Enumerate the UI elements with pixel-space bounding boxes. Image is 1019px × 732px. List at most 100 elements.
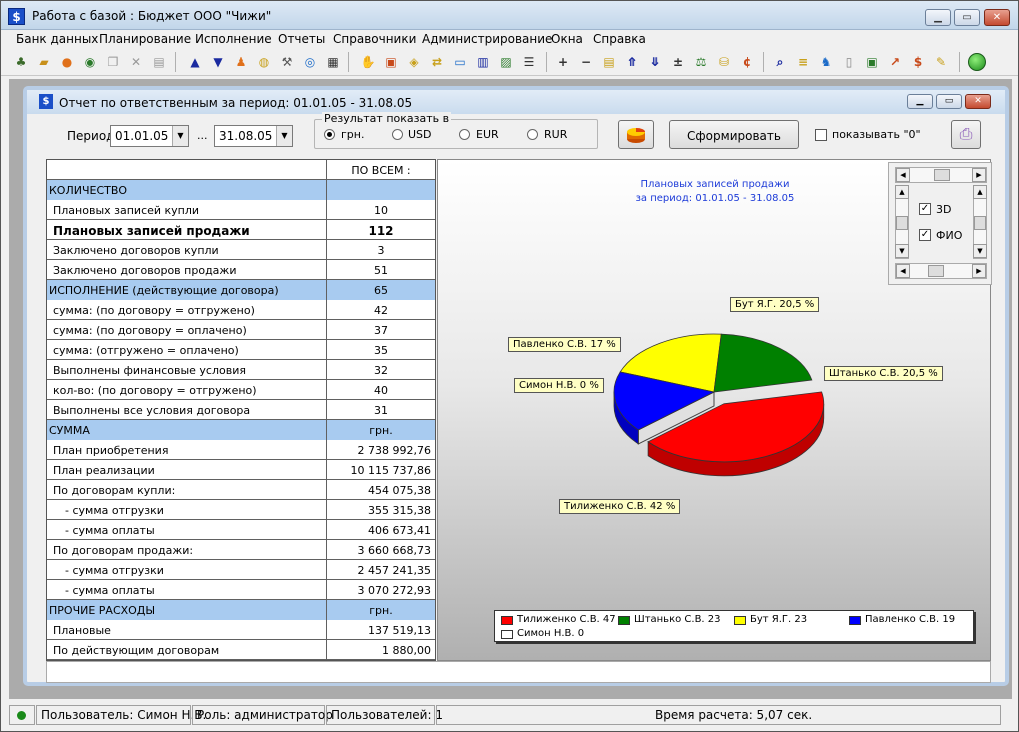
table-row[interactable]: ИСПОЛНЕНИЕ (действующие договора) 65	[47, 280, 435, 300]
binoculars-icon[interactable]: ⌕	[771, 53, 789, 71]
table-row[interactable]: КОЛИЧЕСТВО	[47, 180, 435, 200]
rotation-thumb[interactable]	[934, 169, 950, 181]
table-row[interactable]: Выполнены все условия договора 31	[47, 400, 435, 420]
show-zero-checkbox[interactable]	[815, 129, 827, 141]
open-folder-icon[interactable]: ▰	[35, 53, 53, 71]
table-row[interactable]: Заключено договоров купли 3	[47, 240, 435, 260]
title-bar[interactable]: $ Работа с базой : Бюджет ООО "Чижи" ▁ ▭…	[1, 1, 1018, 30]
table-row[interactable]: План реализации 10 115 737,86	[47, 460, 435, 480]
menu-references[interactable]: Справочники	[333, 32, 416, 46]
table-row[interactable]: Выполнены финансовые условия 32	[47, 360, 435, 380]
minimize-button[interactable]: ▁	[925, 9, 951, 26]
elevation-thumb[interactable]	[896, 216, 908, 230]
date-to-combo[interactable]: 31.08.05 ▼	[214, 125, 293, 147]
globe-icon[interactable]: ◉	[81, 53, 99, 71]
split-icon[interactable]: ⤋	[646, 53, 664, 71]
form-report-button[interactable]: Сформировать	[669, 120, 799, 149]
chart-icon[interactable]: ▨	[497, 53, 515, 71]
option-3d-checkbox[interactable]: ✓	[919, 203, 931, 215]
folder-icon[interactable]: ▭	[451, 53, 469, 71]
option-fio-checkbox[interactable]: ✓	[919, 229, 931, 241]
copy-icon[interactable]: ❐	[104, 53, 122, 71]
table-row[interactable]: СУММА грн.	[47, 420, 435, 440]
delete-icon[interactable]: ✕	[127, 53, 145, 71]
document-icon[interactable]: ▯	[840, 53, 858, 71]
table-row[interactable]: По действующим договорам 1 880,00	[47, 640, 435, 660]
table-row[interactable]: кол-во: (по договору = отгружено) 40	[47, 380, 435, 400]
dm-icon[interactable]: $	[909, 53, 927, 71]
scales-icon[interactable]: ⚖	[692, 53, 710, 71]
plus-icon[interactable]: +	[554, 53, 572, 71]
scroll-down-icon[interactable]: ▼	[895, 244, 909, 258]
menu-reports[interactable]: Отчеты	[278, 32, 325, 46]
maximize-button[interactable]: ▭	[954, 9, 980, 26]
menu-execution[interactable]: Исполнение	[195, 32, 272, 46]
person-icon[interactable]: ♟	[232, 53, 250, 71]
report-close-button[interactable]: ✕	[965, 94, 991, 109]
list-icon[interactable]: ☰	[520, 53, 538, 71]
report-maximize-button[interactable]: ▭	[936, 94, 962, 109]
note-icon[interactable]: ▤	[600, 53, 618, 71]
close-button[interactable]: ✕	[984, 9, 1010, 26]
table-row[interactable]: - сумма отгрузки 2 457 241,35	[47, 560, 435, 580]
menu-administration[interactable]: Администрирование	[422, 32, 552, 46]
table-row[interactable]: Заключено договоров продажи 51	[47, 260, 435, 280]
radio-rur[interactable]	[527, 129, 538, 140]
table-row[interactable]: Плановые 137 519,13	[47, 620, 435, 640]
graph-icon[interactable]: ↗	[886, 53, 904, 71]
table-row[interactable]: сумма: (по договору = отгружено) 42	[47, 300, 435, 320]
report-minimize-button[interactable]: ▁	[907, 94, 933, 109]
report-title-bar[interactable]: $ Отчет по ответственным за период: 01.0…	[27, 90, 1005, 114]
scroll-right-icon[interactable]: ▶	[972, 264, 986, 278]
edit-icon[interactable]: ✎	[932, 53, 950, 71]
depth-scrollbar[interactable]: ◀ ▶	[895, 263, 987, 279]
chevron-down-icon[interactable]: ▼	[276, 126, 292, 146]
tools-icon[interactable]: ⚒	[278, 53, 296, 71]
chart-type-button[interactable]	[618, 120, 654, 149]
calculator-icon[interactable]: ▦	[324, 53, 342, 71]
chart-settings-button[interactable]: ⎙	[951, 120, 981, 149]
table-row[interactable]: - сумма оплаты 406 673,41	[47, 520, 435, 540]
cashflow-icon[interactable]: ¢	[738, 53, 756, 71]
elevation-scrollbar[interactable]: ▲ ▼	[895, 185, 909, 259]
table-row[interactable]: - сумма отгрузки 355 315,38	[47, 500, 435, 520]
scroll-right-icon[interactable]: ▶	[972, 168, 986, 182]
zoom-scrollbar[interactable]: ▲ ▼	[973, 185, 987, 259]
menu-windows[interactable]: Окна	[551, 32, 583, 46]
table-row[interactable]: План приобретения 2 738 992,76	[47, 440, 435, 460]
date-from-combo[interactable]: 01.01.05 ▼	[110, 125, 189, 147]
scroll-up-icon[interactable]: ▲	[973, 185, 987, 199]
print-icon[interactable]: ▤	[150, 53, 168, 71]
menu-planning[interactable]: Планирование	[99, 32, 191, 46]
report-icon[interactable]: ▣	[382, 53, 400, 71]
safe-icon[interactable]: ▣	[863, 53, 881, 71]
database-icon[interactable]: ◎	[301, 53, 319, 71]
percent-icon[interactable]: ±	[669, 53, 687, 71]
status-light-icon[interactable]	[968, 53, 986, 71]
scroll-down-icon[interactable]: ▼	[973, 244, 987, 258]
arrow-up-icon[interactable]: ▲	[186, 53, 204, 71]
coins-icon[interactable]: ⛁	[715, 53, 733, 71]
table-row[interactable]: По договорам купли: 454 075,38	[47, 480, 435, 500]
stack-icon[interactable]: ≡	[794, 53, 812, 71]
chevron-down-icon[interactable]: ▼	[172, 126, 188, 146]
scroll-left-icon[interactable]: ◀	[896, 264, 910, 278]
handshake-icon[interactable]: ✋	[359, 53, 377, 71]
coin-icon[interactable]: ◍	[255, 53, 273, 71]
zoom-thumb[interactable]	[974, 216, 986, 230]
table-row[interactable]: сумма: (по договору = оплачено) 37	[47, 320, 435, 340]
rotation-scrollbar[interactable]: ◀ ▶	[895, 167, 987, 183]
table-row[interactable]: Плановых записей купли 10	[47, 200, 435, 220]
scroll-left-icon[interactable]: ◀	[896, 168, 910, 182]
table-row[interactable]: - сумма оплаты 3 070 272,93	[47, 580, 435, 600]
money-icon[interactable]: ◈	[405, 53, 423, 71]
menu-help[interactable]: Справка	[593, 32, 646, 46]
radio-usd[interactable]	[392, 129, 403, 140]
merge-icon[interactable]: ⤊	[623, 53, 641, 71]
scroll-up-icon[interactable]: ▲	[895, 185, 909, 199]
depth-thumb[interactable]	[928, 265, 944, 277]
menu-bank-data[interactable]: Банк данных	[16, 32, 98, 46]
book-icon[interactable]: ▥	[474, 53, 492, 71]
arrow-down-icon[interactable]: ▼	[209, 53, 227, 71]
table-row[interactable]: ПРОЧИЕ РАСХОДЫ грн.	[47, 600, 435, 620]
